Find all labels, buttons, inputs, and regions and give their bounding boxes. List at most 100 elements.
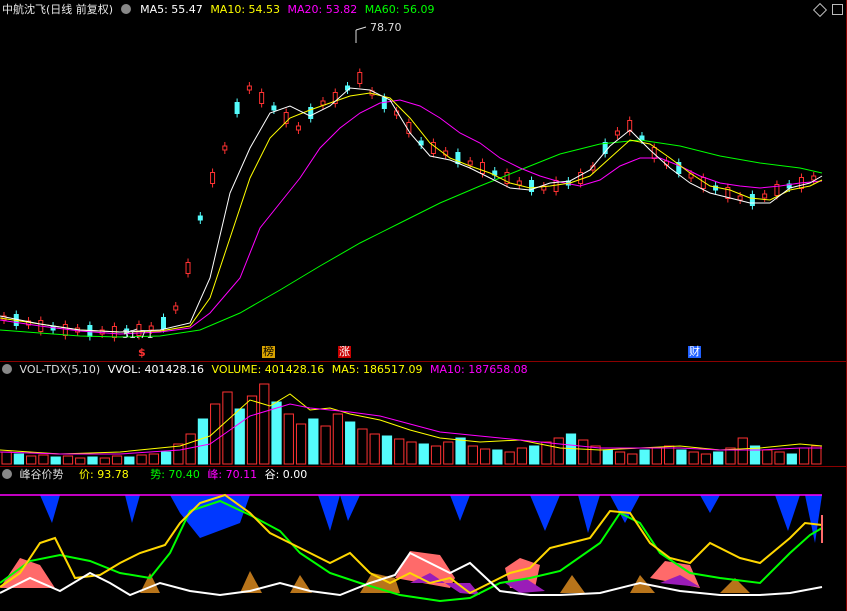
- volume-bar: [578, 439, 589, 465]
- candle: [160, 317, 166, 329]
- volume-bar: [38, 454, 49, 465]
- high-price-label: 78.70: [370, 21, 402, 34]
- volume-bar: [222, 391, 233, 465]
- candle: [173, 305, 179, 311]
- volume-bar: [308, 418, 319, 465]
- candle: [210, 172, 216, 184]
- candle: [185, 262, 191, 274]
- ma20-label: MA20: 53.82: [287, 3, 358, 16]
- volume-bar: [160, 451, 172, 465]
- candle: [749, 194, 755, 206]
- volume-bar: [639, 449, 650, 465]
- volume-bar: [762, 449, 773, 465]
- volume-bar: [811, 445, 822, 465]
- volume-bar: [381, 435, 393, 465]
- candle: [62, 324, 68, 336]
- volume-bar: [136, 454, 147, 465]
- volume-bar: [676, 449, 687, 465]
- volume-bar: [443, 441, 454, 465]
- volume-bar: [295, 423, 307, 465]
- volume-bar: [516, 447, 528, 465]
- fg-valley-label: 谷: 0.00: [264, 468, 308, 481]
- volume-bar: [246, 395, 258, 465]
- stock-title[interactable]: 中航沈飞(日线 前复权): [2, 3, 113, 16]
- volume-bar: [75, 457, 86, 465]
- volume-chart[interactable]: [0, 378, 847, 466]
- volume-bar: [774, 451, 785, 465]
- volume-bar: [614, 451, 626, 465]
- volume-bar: [13, 453, 25, 465]
- volume-bar: [713, 451, 724, 465]
- volume-bar: [627, 453, 638, 465]
- volume-bar: [430, 445, 442, 465]
- fg-trend-label: 势: 70.40: [150, 468, 200, 481]
- volume-bar: [492, 449, 503, 465]
- fg-price-label: 价: 93.78: [79, 468, 129, 481]
- maximize-icon[interactable]: [832, 4, 843, 15]
- volume-bar: [1, 451, 12, 465]
- candle: [271, 105, 277, 111]
- candle: [479, 162, 485, 174]
- candle: [639, 135, 645, 141]
- price-chart[interactable]: [0, 18, 847, 362]
- volume-bar: [651, 447, 663, 465]
- candle: [234, 102, 240, 114]
- candle: [222, 145, 228, 151]
- price-panel-header: 中航沈飞(日线 前复权) MA5: 55.47 MA10: 54.53 MA20…: [2, 2, 847, 18]
- volume-bar: [332, 413, 344, 465]
- volume-bar: [50, 456, 61, 465]
- volume-bar: [418, 443, 429, 465]
- candle: [295, 125, 301, 131]
- candle: [197, 215, 203, 221]
- volume-bar: [553, 437, 564, 465]
- volume-bar: [369, 433, 380, 465]
- volume-bar: [26, 455, 37, 465]
- volume-chevron-icon[interactable]: [2, 364, 12, 374]
- fg-chevron-icon[interactable]: [2, 469, 12, 479]
- volume-bar: [467, 445, 478, 465]
- marker-finance[interactable]: 财: [688, 346, 701, 358]
- volume-bar: [455, 437, 466, 465]
- volume-bar: [234, 408, 245, 465]
- vvol-label: VVOL: 401428.16: [107, 363, 205, 376]
- candle: [614, 130, 620, 136]
- volume-bar: [148, 453, 159, 465]
- candle: [320, 100, 326, 106]
- volume-bar: [504, 451, 515, 465]
- fg-peak-label: 峰: 70.11: [207, 468, 258, 481]
- candle: [737, 195, 743, 201]
- volume-bar: [590, 445, 601, 465]
- volume-bar: [124, 456, 135, 465]
- volume-bar: [87, 456, 98, 465]
- fg-panel-header: 峰谷价势 价: 93.78 势: 70.40 峰: 70.11 谷: 0.00: [2, 467, 847, 483]
- chevron-down-icon[interactable]: [120, 4, 131, 14]
- volume-bar: [529, 445, 540, 465]
- fg-chart[interactable]: [0, 483, 847, 611]
- volume-bar: [357, 428, 368, 465]
- candle: [246, 85, 252, 91]
- candle: [259, 92, 265, 104]
- volume-bar: [283, 413, 294, 465]
- marker-limit-up[interactable]: 涨: [338, 346, 351, 358]
- volume-bar: [173, 443, 184, 465]
- vol-ma5-label: MA5: 186517.09: [331, 363, 423, 376]
- volume-bar: [602, 449, 613, 465]
- vol-ma10-label: MA10: 187658.08: [429, 363, 528, 376]
- volume-bar: [406, 441, 417, 465]
- volume-indicator-name[interactable]: VOL-TDX(5,10): [20, 363, 101, 376]
- fg-indicator-name[interactable]: 峰谷价势: [20, 468, 64, 481]
- volume-bar: [62, 455, 74, 465]
- volume-bar: [259, 383, 270, 465]
- ma5-label: MA5: 55.47: [140, 3, 203, 16]
- marker-dividend[interactable]: $: [137, 347, 147, 359]
- marker-ranking[interactable]: 榜: [262, 346, 275, 358]
- volume-bar: [700, 453, 712, 465]
- candle: [811, 175, 817, 181]
- candle: [467, 160, 473, 166]
- volume-bar: [394, 438, 405, 465]
- volume-bar: [664, 445, 675, 465]
- volume-bar: [197, 418, 209, 465]
- volume-bar: [786, 453, 797, 465]
- volume-panel-header: VOL-TDX(5,10) VVOL: 401428.16 VOLUME: 40…: [2, 362, 847, 378]
- volume-bar: [479, 448, 491, 465]
